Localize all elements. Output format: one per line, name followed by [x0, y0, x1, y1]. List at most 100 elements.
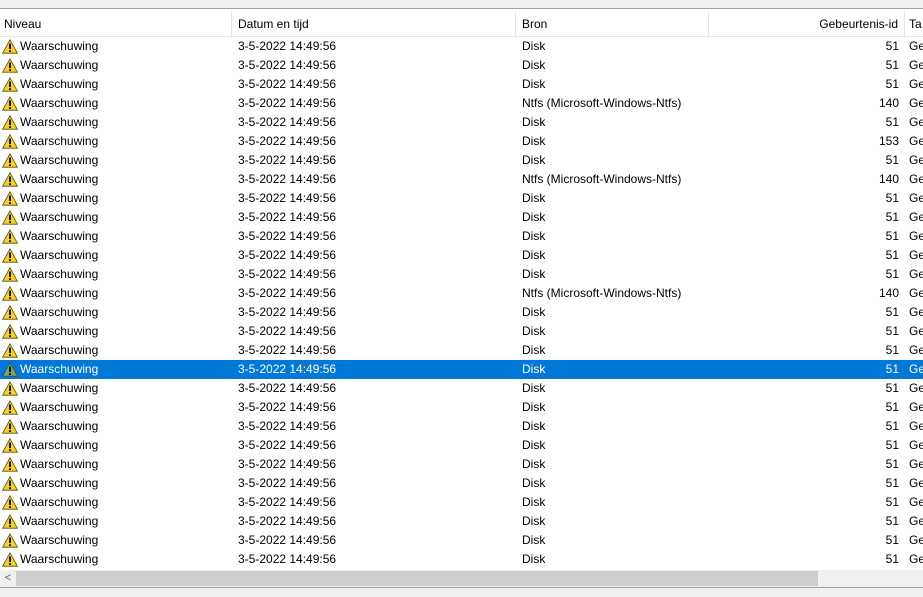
task-category-cell: Ge — [909, 39, 923, 53]
event-id-cell: 51 — [885, 495, 899, 509]
source-cell: Disk — [522, 552, 546, 566]
warning-triangle-icon — [2, 172, 18, 187]
table-row[interactable]: Waarschuwing 3-5-2022 14:49:56 Disk 51 Ge — [0, 474, 923, 493]
event-id-cell: 51 — [885, 77, 899, 91]
level-cell: Waarschuwing — [0, 37, 232, 56]
level-cell: Waarschuwing — [0, 246, 232, 265]
source-cell: Disk — [522, 191, 546, 205]
warning-triangle-icon — [2, 552, 18, 567]
event-id-cell: 51 — [885, 419, 899, 433]
table-row[interactable]: Waarschuwing 3-5-2022 14:49:56 Disk 51 Ge — [0, 493, 923, 512]
warning-triangle-icon — [2, 229, 18, 244]
event-id-cell: 51 — [885, 514, 899, 528]
level-text: Waarschuwing — [20, 39, 99, 53]
task-category-cell: Ge — [909, 476, 923, 490]
table-row[interactable]: Waarschuwing 3-5-2022 14:49:56 Disk 51 Ge — [0, 398, 923, 417]
table-row[interactable]: Waarschuwing 3-5-2022 14:49:56 Disk 51 Ge — [0, 436, 923, 455]
bottom-border — [0, 587, 923, 597]
datetime-cell: 3-5-2022 14:49:56 — [238, 533, 337, 547]
event-id-cell: 153 — [878, 134, 899, 148]
level-text: Waarschuwing — [20, 419, 99, 433]
table-row[interactable]: Waarschuwing 3-5-2022 14:49:56 Disk 51 Ge — [0, 56, 923, 75]
warning-triangle-icon — [2, 476, 18, 491]
chevron-left-icon[interactable]: < — [0, 570, 16, 587]
table-row[interactable]: Waarschuwing 3-5-2022 14:49:56 Disk 51 Ge — [0, 208, 923, 227]
event-id-cell: 51 — [885, 324, 899, 338]
table-row[interactable]: Waarschuwing 3-5-2022 14:49:56 Disk 51 Ge — [0, 75, 923, 94]
source-cell: Disk — [522, 362, 546, 376]
warning-triangle-icon — [2, 438, 18, 453]
table-row[interactable]: Waarschuwing 3-5-2022 14:49:56 Ntfs (Micro… — [0, 170, 923, 189]
source-cell: Disk — [522, 58, 546, 72]
level-cell: Waarschuwing — [0, 436, 232, 455]
source-cell: Disk — [522, 381, 546, 395]
table-row[interactable]: Waarschuwing 3-5-2022 14:49:56 Disk 51 Ge — [0, 417, 923, 436]
table-row[interactable]: Waarschuwing 3-5-2022 14:49:56 Disk 51 Ge — [0, 303, 923, 322]
level-cell: Waarschuwing — [0, 113, 232, 132]
table-row[interactable]: Waarschuwing 3-5-2022 14:49:56 Disk 51 Ge — [0, 265, 923, 284]
source-cell: Disk — [522, 457, 546, 471]
event-id-cell: 51 — [885, 115, 899, 129]
level-text: Waarschuwing — [20, 495, 99, 509]
table-row[interactable]: Waarschuwing 3-5-2022 14:49:56 Disk 153 Ge — [0, 132, 923, 151]
datetime-cell: 3-5-2022 14:49:56 — [238, 552, 337, 566]
scrollbar-thumb[interactable] — [16, 571, 818, 586]
event-id-cell: 140 — [878, 96, 899, 110]
warning-triangle-icon — [2, 533, 18, 548]
source-cell: Disk — [522, 248, 546, 262]
event-id-cell: 51 — [885, 400, 899, 414]
event-list-window: Niveau Datum en tijd Bron Gebeurtenis-id… — [0, 0, 923, 597]
warning-triangle-icon — [2, 191, 18, 206]
warning-triangle-icon — [2, 96, 18, 111]
datetime-cell: 3-5-2022 14:49:56 — [238, 191, 337, 205]
warning-triangle-icon — [2, 134, 18, 149]
task-category-cell: Ge — [909, 343, 923, 357]
datetime-cell: 3-5-2022 14:49:56 — [238, 324, 337, 338]
table-row[interactable]: Waarschuwing 3-5-2022 14:49:56 Disk 51 Ge — [0, 455, 923, 474]
table-row[interactable]: Waarschuwing 3-5-2022 14:49:56 Disk 51 Ge — [0, 531, 923, 550]
horizontal-scrollbar[interactable]: < — [0, 570, 923, 587]
level-cell: Waarschuwing — [0, 56, 232, 75]
table-row[interactable]: Waarschuwing 3-5-2022 14:49:56 Disk 51 Ge — [0, 151, 923, 170]
source-cell: Disk — [522, 210, 546, 224]
column-header-task[interactable]: Ta — [905, 12, 923, 36]
level-cell: Waarschuwing — [0, 208, 232, 227]
table-row[interactable]: Waarschuwing 3-5-2022 14:49:56 Disk 51 Ge — [0, 37, 923, 56]
datetime-cell: 3-5-2022 14:49:56 — [238, 381, 337, 395]
table-row[interactable]: Waarschuwing 3-5-2022 14:49:56 Ntfs (Micro… — [0, 284, 923, 303]
warning-triangle-icon — [2, 457, 18, 472]
column-header-level[interactable]: Niveau — [0, 12, 232, 36]
event-id-cell: 140 — [878, 286, 899, 300]
table-row[interactable]: Waarschuwing 3-5-2022 14:49:56 Disk 51 Ge — [0, 227, 923, 246]
table-row[interactable]: Waarschuwing 3-5-2022 14:49:56 Disk 51 Ge — [0, 379, 923, 398]
level-text: Waarschuwing — [20, 77, 99, 91]
event-id-cell: 51 — [885, 267, 899, 281]
datetime-cell: 3-5-2022 14:49:56 — [238, 457, 337, 471]
table-row[interactable]: Waarschuwing 3-5-2022 14:49:56 Disk 51 Ge — [0, 246, 923, 265]
event-rows: Waarschuwing 3-5-2022 14:49:56 Disk 51 Ge Waa… — [0, 37, 923, 569]
table-row[interactable]: Waarschuwing 3-5-2022 14:49:56 Disk 51 Ge — [0, 322, 923, 341]
table-row[interactable]: Waarschuwing 3-5-2022 14:49:56 Disk 51 Ge — [0, 360, 923, 379]
datetime-cell: 3-5-2022 14:49:56 — [238, 514, 337, 528]
datetime-cell: 3-5-2022 14:49:56 — [238, 267, 337, 281]
column-header-datetime[interactable]: Datum en tijd — [232, 12, 516, 36]
column-header-event-id[interactable]: Gebeurtenis-id — [709, 12, 905, 36]
level-cell: Waarschuwing — [0, 455, 232, 474]
table-row[interactable]: Waarschuwing 3-5-2022 14:49:56 Disk 51 Ge — [0, 512, 923, 531]
source-cell: Disk — [522, 153, 546, 167]
table-row[interactable]: Waarschuwing 3-5-2022 14:49:56 Disk 51 Ge — [0, 550, 923, 569]
task-category-cell: Ge — [909, 533, 923, 547]
table-row[interactable]: Waarschuwing 3-5-2022 14:49:56 Disk 51 Ge — [0, 189, 923, 208]
datetime-cell: 3-5-2022 14:49:56 — [238, 438, 337, 452]
table-row[interactable]: Waarschuwing 3-5-2022 14:49:56 Disk 51 Ge — [0, 341, 923, 360]
top-strip — [0, 0, 923, 9]
source-cell: Disk — [522, 305, 546, 319]
level-cell: Waarschuwing — [0, 151, 232, 170]
warning-triangle-icon — [2, 324, 18, 339]
column-header-source[interactable]: Bron — [516, 12, 709, 36]
task-category-cell: Ge — [909, 134, 923, 148]
datetime-cell: 3-5-2022 14:49:56 — [238, 362, 337, 376]
table-row[interactable]: Waarschuwing 3-5-2022 14:49:56 Disk 51 Ge — [0, 113, 923, 132]
warning-triangle-icon — [2, 248, 18, 263]
table-row[interactable]: Waarschuwing 3-5-2022 14:49:56 Ntfs (Micro… — [0, 94, 923, 113]
